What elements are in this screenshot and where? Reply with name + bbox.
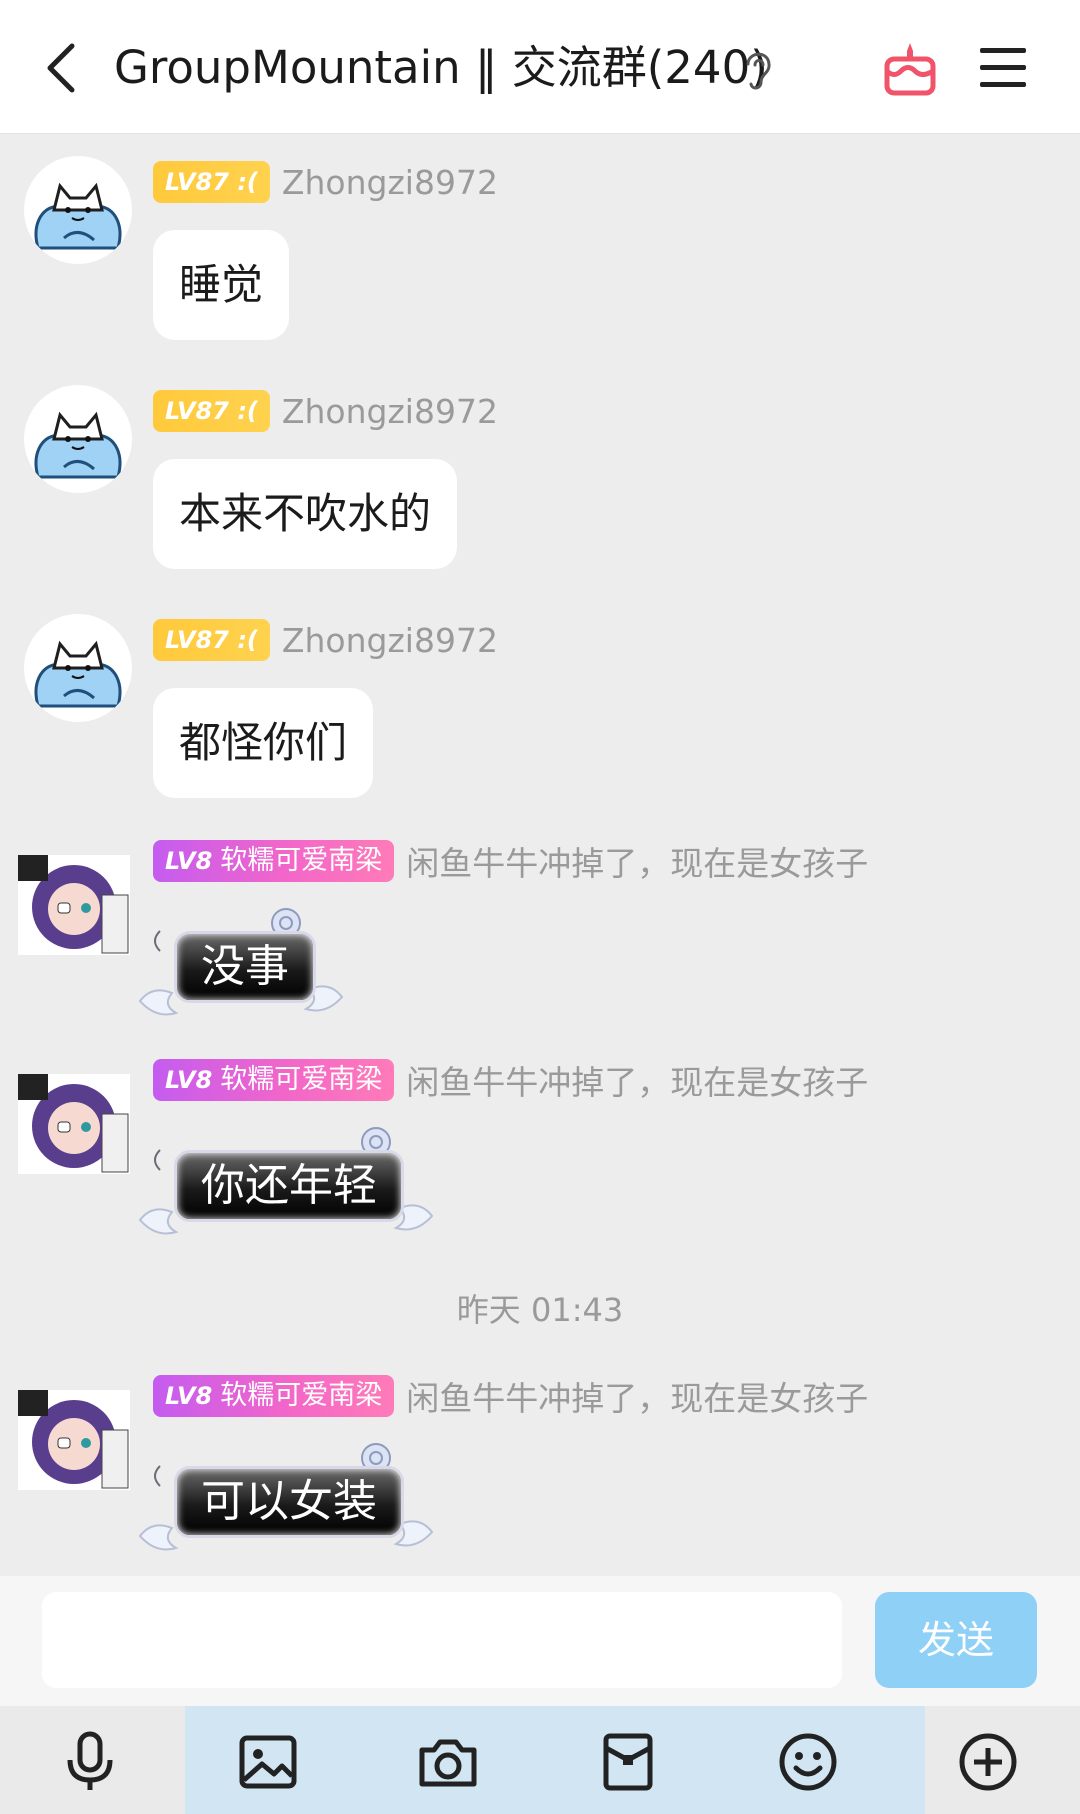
level-label: LV8 xyxy=(165,1066,213,1094)
anime-avatar-icon xyxy=(18,1074,130,1174)
red-packet-icon[interactable] xyxy=(596,1730,660,1794)
group-title[interactable]: GroupMountain ‖ 交流群(240) xyxy=(114,38,768,98)
send-button[interactable]: 发送 xyxy=(875,1592,1037,1688)
plus-icon[interactable] xyxy=(956,1730,1020,1794)
image-icon[interactable] xyxy=(236,1730,300,1794)
level-badge: LV87 :( xyxy=(153,161,270,203)
message-row: LV87 :( Zhongzi8972 本来不吹水的 xyxy=(0,385,1080,585)
message-text: 你还年轻 xyxy=(174,1150,404,1222)
message-row: LV8 软糯可爱南梁 闲鱼牛牛冲掉了，现在是女孩子 你还年轻 xyxy=(0,1054,1080,1264)
level-badge: LV8 软糯可爱南梁 xyxy=(153,1375,395,1417)
decorated-message-bubble[interactable]: 可以女装 xyxy=(136,1436,436,1566)
timestamp-divider: 昨天 01:43 xyxy=(456,1291,624,1329)
avatar[interactable] xyxy=(14,835,134,965)
emoji-icon[interactable] xyxy=(776,1730,840,1794)
message-input[interactable] xyxy=(42,1592,842,1688)
cake-icon[interactable] xyxy=(880,38,940,98)
avatar[interactable] xyxy=(14,1054,134,1184)
cat-blanket-avatar-icon xyxy=(34,182,122,250)
message-row: LV87 :( Zhongzi8972 都怪你们 xyxy=(0,614,1080,814)
member-title: 软糯可爱南梁 xyxy=(220,1064,383,1095)
sender-line: LV8 软糯可爱南梁 闲鱼牛牛冲掉了，现在是女孩子 xyxy=(153,839,868,883)
ear-icon[interactable] xyxy=(740,46,776,92)
menu-icon[interactable] xyxy=(978,42,1030,94)
message-row: LV8 软糯可爱南梁 闲鱼牛牛冲掉了，现在是女孩子 可以女装 xyxy=(0,1370,1080,1575)
message-bubble[interactable]: 本来不吹水的 xyxy=(153,459,458,569)
back-arrow-icon[interactable] xyxy=(36,38,96,98)
avatar[interactable] xyxy=(24,156,132,264)
message-text: 没事 xyxy=(174,931,316,1003)
avatar[interactable] xyxy=(24,614,132,722)
message-bubble[interactable]: 睡觉 xyxy=(153,230,290,340)
avatar[interactable] xyxy=(24,385,132,493)
level-label: LV8 xyxy=(165,847,213,875)
cat-blanket-avatar-icon xyxy=(34,411,122,479)
camera-icon[interactable] xyxy=(416,1730,480,1794)
sender-name[interactable]: 闲鱼牛牛冲掉了，现在是女孩子 xyxy=(406,1056,868,1104)
avatar[interactable] xyxy=(14,1370,134,1500)
decorated-message-bubble[interactable]: 你还年轻 xyxy=(136,1120,436,1250)
message-row: LV87 :( Zhongzi8972 睡觉 xyxy=(0,156,1080,356)
sender-line: LV87 :( Zhongzi8972 xyxy=(153,389,498,433)
cat-blanket-avatar-icon xyxy=(34,640,122,708)
bottom-toolbar xyxy=(0,1706,1080,1814)
sender-line: LV87 :( Zhongzi8972 xyxy=(153,618,498,662)
anime-avatar-icon xyxy=(18,1390,130,1490)
decorated-message-bubble[interactable]: 没事 xyxy=(136,901,346,1031)
message-bubble[interactable]: 都怪你们 xyxy=(153,688,374,798)
level-badge: LV87 :( xyxy=(153,619,270,661)
sender-name[interactable]: Zhongzi8972 xyxy=(282,621,498,660)
level-badge: LV87 :( xyxy=(153,390,270,432)
member-title: 软糯可爱南梁 xyxy=(220,845,383,876)
sender-line: LV87 :( Zhongzi8972 xyxy=(153,160,498,204)
sender-name[interactable]: Zhongzi8972 xyxy=(282,163,498,202)
chat-header: GroupMountain ‖ 交流群(240) xyxy=(0,0,1080,134)
message-text: 可以女装 xyxy=(174,1466,404,1538)
sender-line: LV8 软糯可爱南梁 闲鱼牛牛冲掉了，现在是女孩子 xyxy=(153,1058,868,1102)
anime-avatar-icon xyxy=(18,855,130,955)
member-title: 软糯可爱南梁 xyxy=(220,1380,383,1411)
level-badge: LV8 软糯可爱南梁 xyxy=(153,840,395,882)
sender-name[interactable]: 闲鱼牛牛冲掉了，现在是女孩子 xyxy=(406,1372,868,1420)
level-badge: LV8 软糯可爱南梁 xyxy=(153,1059,395,1101)
composer-bar: 发送 xyxy=(0,1576,1080,1706)
sender-name[interactable]: Zhongzi8972 xyxy=(282,392,498,431)
level-label: LV8 xyxy=(165,1382,213,1410)
sender-name[interactable]: 闲鱼牛牛冲掉了，现在是女孩子 xyxy=(406,837,868,885)
sender-line: LV8 软糯可爱南梁 闲鱼牛牛冲掉了，现在是女孩子 xyxy=(153,1374,868,1418)
microphone-icon[interactable] xyxy=(58,1730,122,1794)
message-row: LV8 软糯可爱南梁 闲鱼牛牛冲掉了，现在是女孩子 没事 xyxy=(0,835,1080,1045)
chat-message-list[interactable]: LV87 :( Zhongzi8972 睡觉 LV87 :( Zhongzi89… xyxy=(0,135,1080,1575)
